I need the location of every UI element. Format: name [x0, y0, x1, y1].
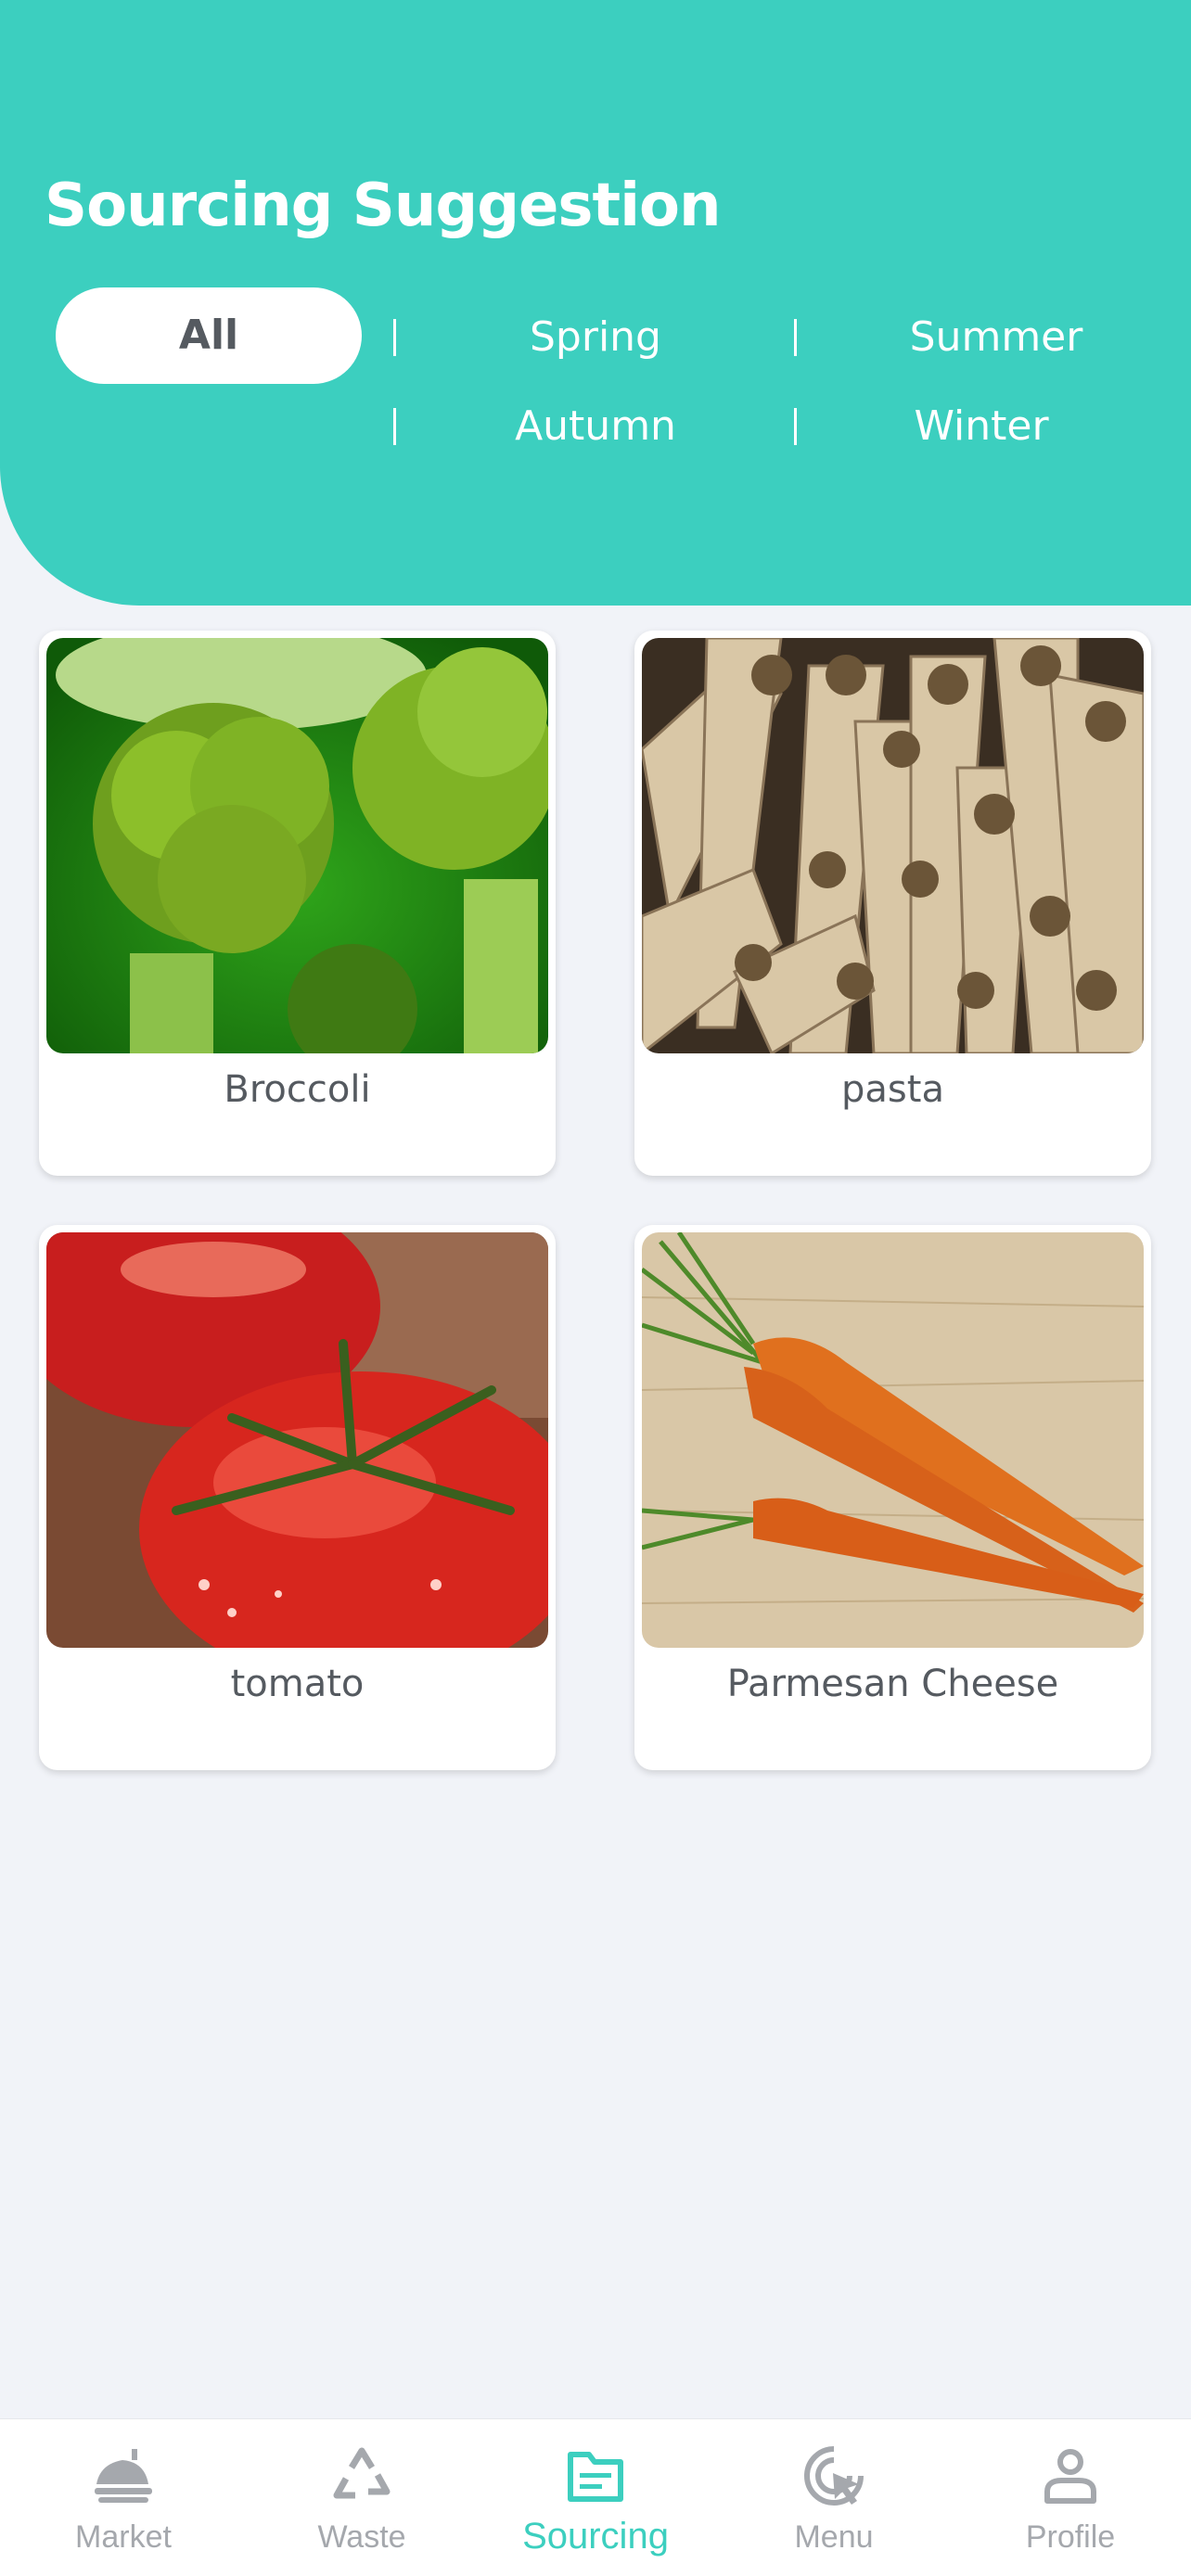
- ingredient-card[interactable]: pasta: [634, 631, 1151, 1176]
- nav-label: Menu: [794, 2519, 874, 2555]
- click-cursor-icon: [804, 2446, 864, 2506]
- filter-summer[interactable]: Summer: [857, 310, 1135, 365]
- filter-winter[interactable]: Winter: [842, 399, 1121, 454]
- filter-all[interactable]: All: [56, 287, 362, 384]
- ingredient-card[interactable]: Broccoli: [39, 631, 556, 1176]
- nav-label: Sourcing: [522, 2516, 669, 2557]
- carrots-photo: [642, 1232, 1144, 1648]
- filter-spring[interactable]: Spring: [456, 310, 735, 365]
- filter-divider: [794, 319, 797, 356]
- ingredient-label: tomato: [230, 1663, 365, 1705]
- ingredient-label: Broccoli: [224, 1068, 371, 1111]
- filter-divider: [393, 319, 396, 356]
- nav-label: Waste: [317, 2519, 406, 2555]
- nav-sourcing[interactable]: Sourcing: [477, 2419, 714, 2576]
- filter-autumn[interactable]: Autumn: [456, 399, 735, 454]
- nav-profile[interactable]: Profile: [952, 2419, 1189, 2576]
- nav-label: Market: [75, 2519, 172, 2555]
- filter-divider: [794, 408, 797, 445]
- parsnips-photo: [642, 638, 1144, 1053]
- broccoli-photo: [46, 638, 548, 1053]
- nav-menu[interactable]: Menu: [715, 2419, 953, 2576]
- recycle-icon: [333, 2447, 391, 2499]
- page-title: Sourcing Suggestion: [45, 172, 722, 240]
- nav-label: Profile: [1025, 2519, 1116, 2555]
- ingredient-card[interactable]: tomato: [39, 1225, 556, 1770]
- nav-market[interactable]: Market: [5, 2419, 242, 2576]
- filter-divider: [393, 408, 396, 445]
- tomato-photo: [46, 1232, 548, 1648]
- nav-waste[interactable]: Waste: [243, 2419, 480, 2576]
- bottom-nav: Market Waste Sourcing Menu Profile: [0, 2418, 1191, 2576]
- header: Sourcing Suggestion All Spring Summer Au…: [0, 0, 1191, 606]
- person-icon: [1044, 2449, 1096, 2504]
- ingredient-label: Parmesan Cheese: [726, 1663, 1059, 1705]
- food-tray-icon: [95, 2449, 152, 2503]
- ingredient-card[interactable]: Parmesan Cheese: [634, 1225, 1151, 1770]
- ingredient-label: pasta: [841, 1068, 944, 1111]
- folder-icon: [568, 2452, 623, 2502]
